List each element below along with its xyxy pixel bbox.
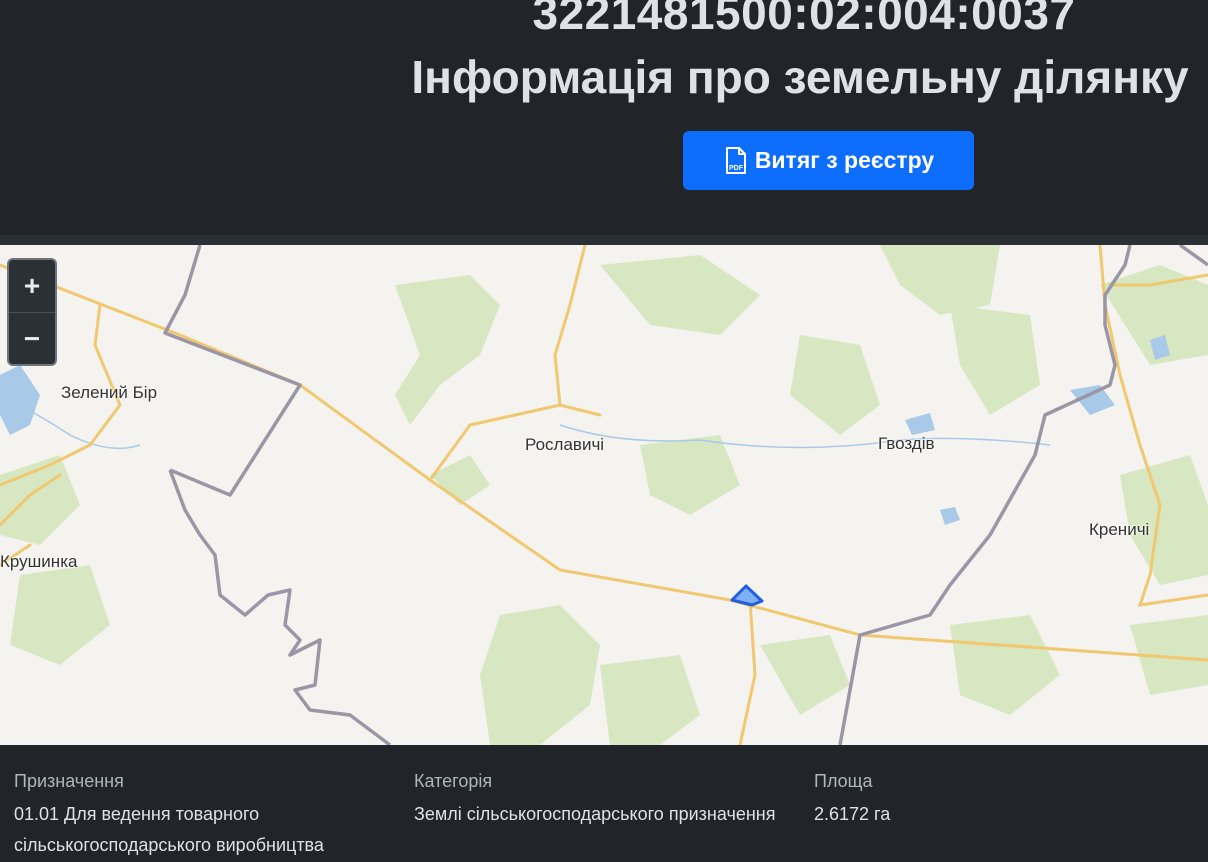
place-label-roslavychi: Рославичі <box>525 435 605 454</box>
category-block: Категорія Землі сільськогосподарського п… <box>414 769 794 830</box>
zoom-control: + − <box>7 258 57 366</box>
parcel-info-panel: Призначення 01.01 Для ведення товарного … <box>0 745 1208 862</box>
registry-extract-button[interactable]: PDF Витяг з реєстру <box>683 131 974 190</box>
zoom-out-button[interactable]: − <box>9 312 55 364</box>
purpose-label: Призначення <box>14 771 124 791</box>
pdf-icon-text: PDF <box>729 165 744 172</box>
page-header: 3221481500:02:004:0037 Інформація про зе… <box>0 0 1208 235</box>
place-label-zeleny-bir: Зелений Бір <box>61 383 158 402</box>
purpose-block: Призначення 01.01 Для ведення товарного … <box>14 769 394 861</box>
place-label-krenychi: Креничі <box>1089 520 1150 539</box>
map-canvas <box>0 245 1208 745</box>
map-view[interactable]: + − Зелений Бір Рославичі Гвоздів Кренич… <box>0 245 1208 745</box>
zoom-in-button[interactable]: + <box>9 260 55 312</box>
pdf-file-icon: PDF <box>725 146 746 174</box>
area-block: Площа 2.6172 га <box>814 769 1194 830</box>
category-value: Землі сільськогосподарського призначення <box>414 804 776 824</box>
cadastral-number: 3221481500:02:004:0037 <box>532 0 1076 39</box>
header-divider <box>0 235 1208 245</box>
area-value: 2.6172 га <box>814 804 891 824</box>
category-label: Категорія <box>414 771 493 791</box>
purpose-value: 01.01 Для ведення товарного сільськогосп… <box>14 804 324 855</box>
place-label-krushynka: Крушинка <box>0 552 78 571</box>
land-parcel-polygon[interactable] <box>730 584 764 607</box>
page-title: Інформація про земельну ділянку <box>411 51 1189 103</box>
place-label-hvozdiv: Гвоздів <box>878 434 935 453</box>
registry-extract-label: Витяг з реєстру <box>754 147 935 173</box>
area-label: Площа <box>814 771 873 791</box>
